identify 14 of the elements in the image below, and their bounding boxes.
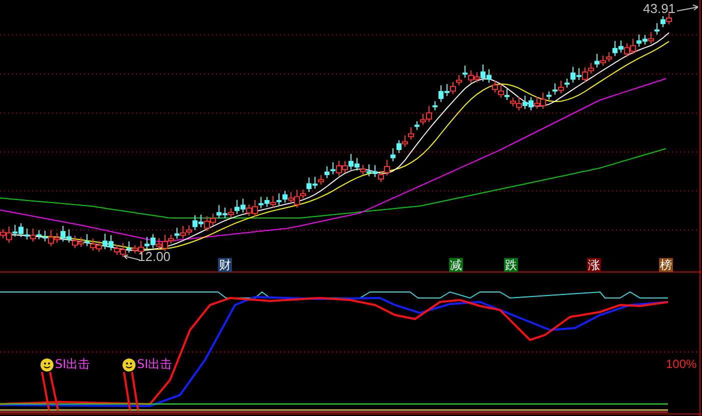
high-price-label: 43.91	[643, 2, 676, 15]
signal-spike-line	[41, 371, 59, 411]
marker-badge: 涨	[587, 258, 601, 272]
marker-badge: 榜	[659, 258, 673, 272]
smiley-icon	[40, 358, 54, 372]
marker-badge: 减	[449, 258, 463, 272]
smiley-icon	[122, 358, 136, 372]
low-price-label: 12.00	[138, 250, 171, 263]
signal-label: SI出击	[55, 358, 90, 370]
signal-label: SI出击	[137, 358, 172, 370]
scale-label: 100%	[666, 358, 697, 370]
marker-badge: 跌	[504, 258, 518, 272]
marker-badge: 财	[218, 258, 232, 272]
signal-spike-line	[123, 371, 139, 411]
